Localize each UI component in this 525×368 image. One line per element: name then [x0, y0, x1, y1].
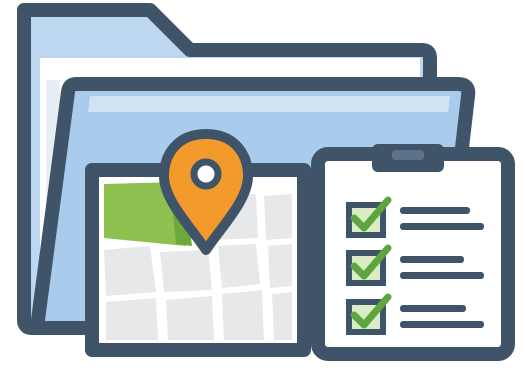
clipboard-icon [311, 144, 515, 361]
folder-map-checklist-illustration [0, 0, 525, 368]
